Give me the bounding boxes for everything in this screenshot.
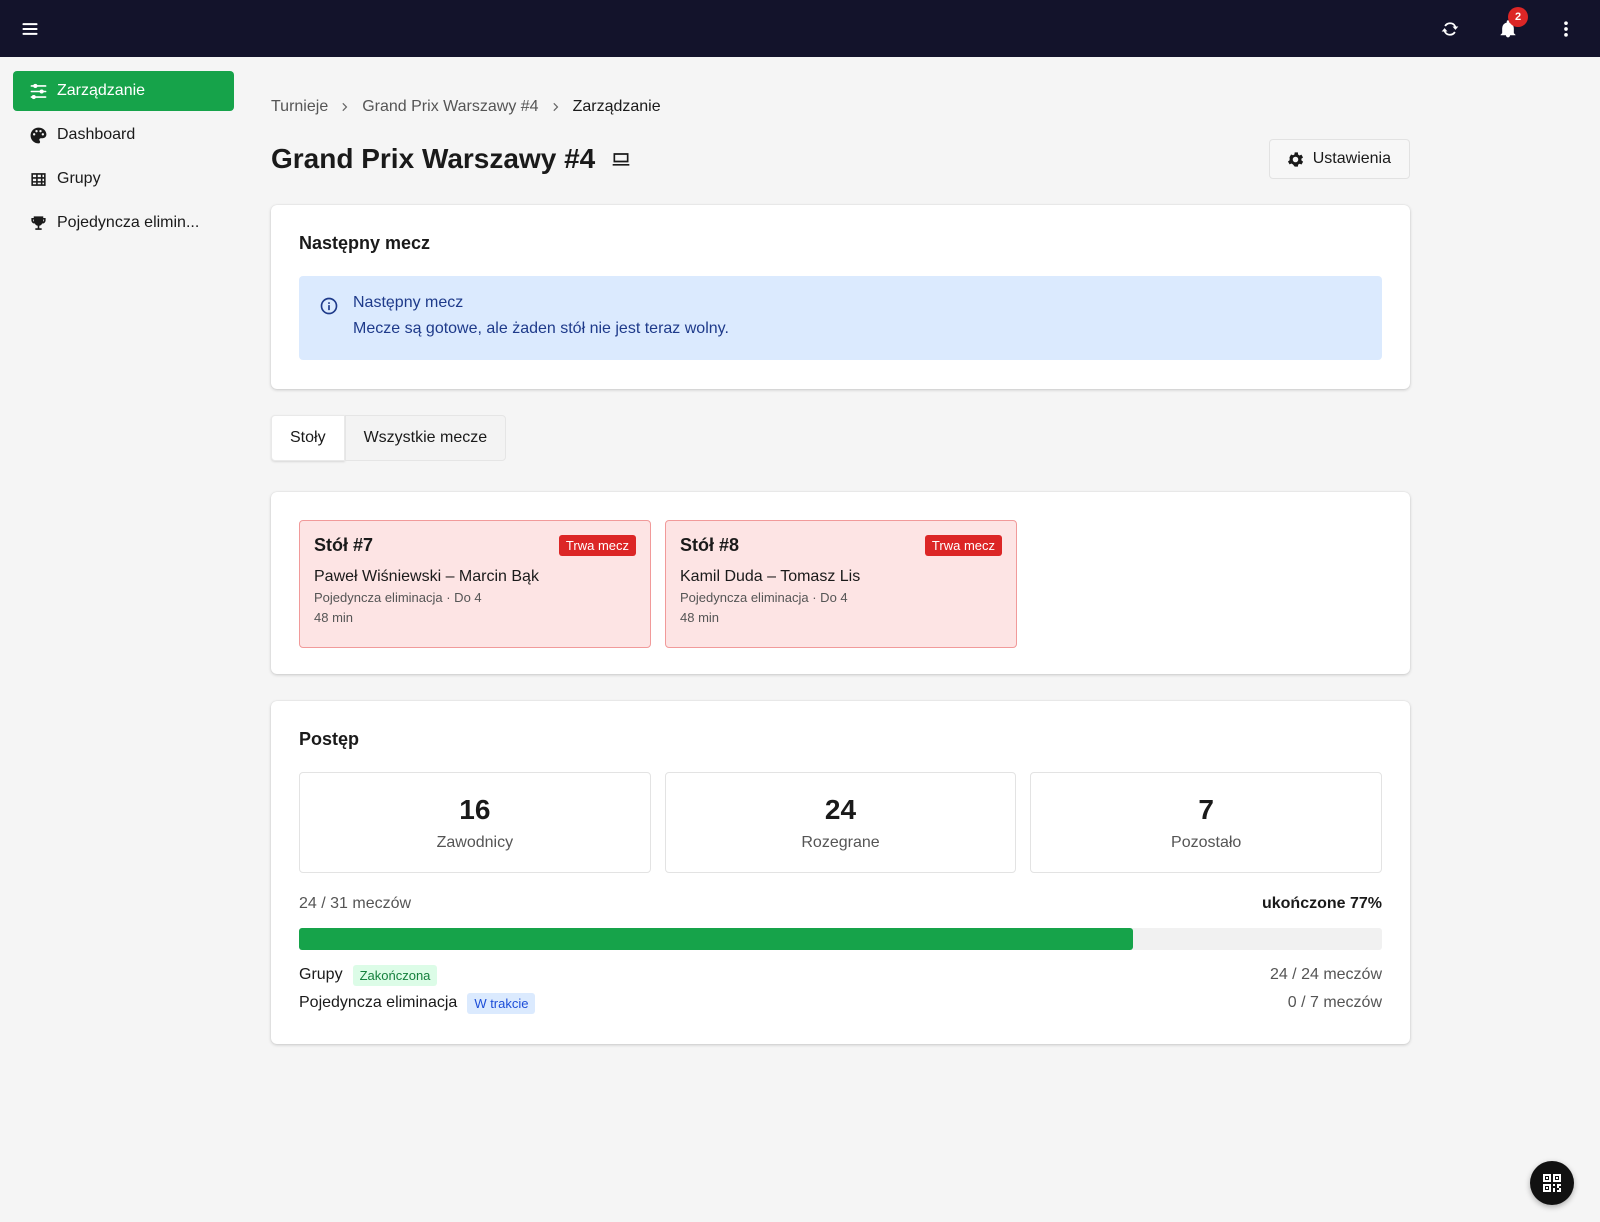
stat-label: Rozegrane <box>801 833 880 851</box>
sidebar-item-label: Dashboard <box>57 126 136 143</box>
notifications-bell-icon[interactable]: 2 <box>1498 6 1528 39</box>
sidebar-item-pojedyncza-eliminacja[interactable]: Pojedyncza elimin... <box>13 203 234 243</box>
grid-table-icon <box>31 172 46 186</box>
stat-value: 7 <box>1198 793 1214 825</box>
tab-wszystkie-mecze[interactable]: Wszystkie mecze <box>344 415 507 461</box>
title-row: Grand Prix Warszawy #4 Ustawienia <box>271 138 1410 180</box>
more-vertical-icon[interactable] <box>1556 19 1576 39</box>
match-duration: 48 min <box>314 610 354 625</box>
info-alert-title: Następny mecz <box>353 294 464 311</box>
match-meta: Pojedyncza eliminacja · Do 4 <box>680 590 848 605</box>
stat-label: Zawodnicy <box>436 833 514 851</box>
match-players: Paweł Wiśniewski – Marcin Bąk <box>314 568 539 585</box>
qr-code-icon <box>1543 1174 1561 1192</box>
breadcrumb-link-tournament[interactable]: Grand Prix Warszawy #4 <box>362 98 538 116</box>
stat-value: 16 <box>459 793 491 825</box>
table-name: Stół #8 <box>680 535 740 555</box>
refresh-icon[interactable] <box>1440 19 1460 39</box>
breadcrumb-current: Zarządzanie <box>572 98 661 115</box>
phase-count: 0 / 7 meczów <box>1287 994 1382 1011</box>
match-duration: 48 min <box>680 610 720 625</box>
sidebar-item-label: Zarządzanie <box>57 82 146 99</box>
match-players: Kamil Duda – Tomasz Lis <box>680 568 861 585</box>
matches-count: 24 / 31 meczów <box>299 895 412 912</box>
progress-bar <box>299 928 1382 950</box>
info-circle-icon <box>320 297 338 315</box>
status-badge: Trwa mecz <box>558 535 636 556</box>
palette-icon <box>30 127 47 143</box>
settings-button-label: Ustawienia <box>1312 150 1391 167</box>
match-meta: Pojedyncza eliminacja · Do 4 <box>314 590 482 605</box>
phase-count: 24 / 24 meczów <box>1269 966 1382 983</box>
gear-icon <box>1287 151 1303 167</box>
phase-status-badge: Zakończona <box>352 964 438 986</box>
qr-code-button[interactable] <box>1530 1161 1574 1205</box>
trophy-icon <box>31 215 46 230</box>
notification-count-badge: 2 <box>1508 6 1528 27</box>
sidebar-item-dashboard[interactable]: Dashboard <box>13 115 234 155</box>
phase-name: Grupy <box>299 966 343 983</box>
info-alert-text: Mecze są gotowe, ale żaden stół nie jest… <box>353 320 729 337</box>
tables-card: Stół #7 Trwa mecz Paweł Wiśniewski – Mar… <box>271 492 1410 674</box>
stat-players: 16 Zawodnicy <box>299 772 651 873</box>
sidebar-item-label: Pojedyncza elimin... <box>57 214 200 231</box>
phase-status-badge: W trakcie <box>467 992 536 1014</box>
stat-value: 24 <box>824 793 857 825</box>
sidebar-item-grupy[interactable]: Grupy <box>13 159 234 199</box>
monitor-icon[interactable] <box>611 149 631 169</box>
stats-row: 16 Zawodnicy 24 Rozegrane 7 Pozostało <box>299 772 1383 873</box>
progress-card: Postęp 16 Zawodnicy 24 Rozegrane 7 Pozos… <box>271 701 1410 1044</box>
chevron-right-icon <box>342 102 348 112</box>
settings-button[interactable]: Ustawienia <box>1268 139 1410 179</box>
status-badge: Trwa mecz <box>924 535 1002 556</box>
breadcrumb: Turnieje Grand Prix Warszawy #4 Zarządza… <box>271 98 661 116</box>
sidebar-item-zarzadzanie[interactable]: Zarządzanie <box>13 71 234 111</box>
hamburger-menu-icon[interactable] <box>20 19 40 39</box>
next-match-card: Następny mecz Następny mecz Mecze są got… <box>271 205 1410 389</box>
phase-row: Grupy Zakończona 24 / 24 meczów <box>299 964 1382 986</box>
phase-row: Pojedyncza eliminacja W trakcie 0 / 7 me… <box>299 992 1382 1014</box>
next-match-heading: Następny mecz <box>299 233 431 253</box>
table-card[interactable]: Stół #8 Trwa mecz Kamil Duda – Tomasz Li… <box>665 520 1017 648</box>
tab-stoly[interactable]: Stoły <box>271 415 345 461</box>
sliders-icon <box>30 83 47 99</box>
next-match-info-alert: Następny mecz Mecze są gotowe, ale żaden… <box>299 276 1382 360</box>
progress-heading: Postęp <box>299 729 360 749</box>
stat-label: Pozostało <box>1171 833 1242 851</box>
progress-summary: 24 / 31 meczów ukończone 77% <box>299 895 1382 913</box>
page-title-text: Grand Prix Warszawy #4 <box>271 143 596 174</box>
sidebar-item-label: Grupy <box>57 170 101 187</box>
table-card[interactable]: Stół #7 Trwa mecz Paweł Wiśniewski – Mar… <box>299 520 651 648</box>
sidebar: Zarządzanie Dashboard Grupy Pojedyncza e… <box>13 71 234 247</box>
completion-percent: ukończone 77% <box>1261 895 1382 912</box>
top-app-bar: 2 <box>0 0 1600 57</box>
page-title: Grand Prix Warszawy #4 <box>271 143 631 175</box>
stat-played: 24 Rozegrane <box>664 772 1017 873</box>
chevron-right-icon <box>552 102 558 112</box>
view-tabs: Stoły Wszystkie mecze <box>271 415 507 461</box>
phase-name: Pojedyncza eliminacja <box>299 994 458 1011</box>
stat-remaining: 7 Pozostało <box>1030 772 1383 873</box>
progress-bar-fill <box>299 928 1133 950</box>
breadcrumb-link-turnieje[interactable]: Turnieje <box>271 98 328 116</box>
table-name: Stół #7 <box>314 535 374 555</box>
